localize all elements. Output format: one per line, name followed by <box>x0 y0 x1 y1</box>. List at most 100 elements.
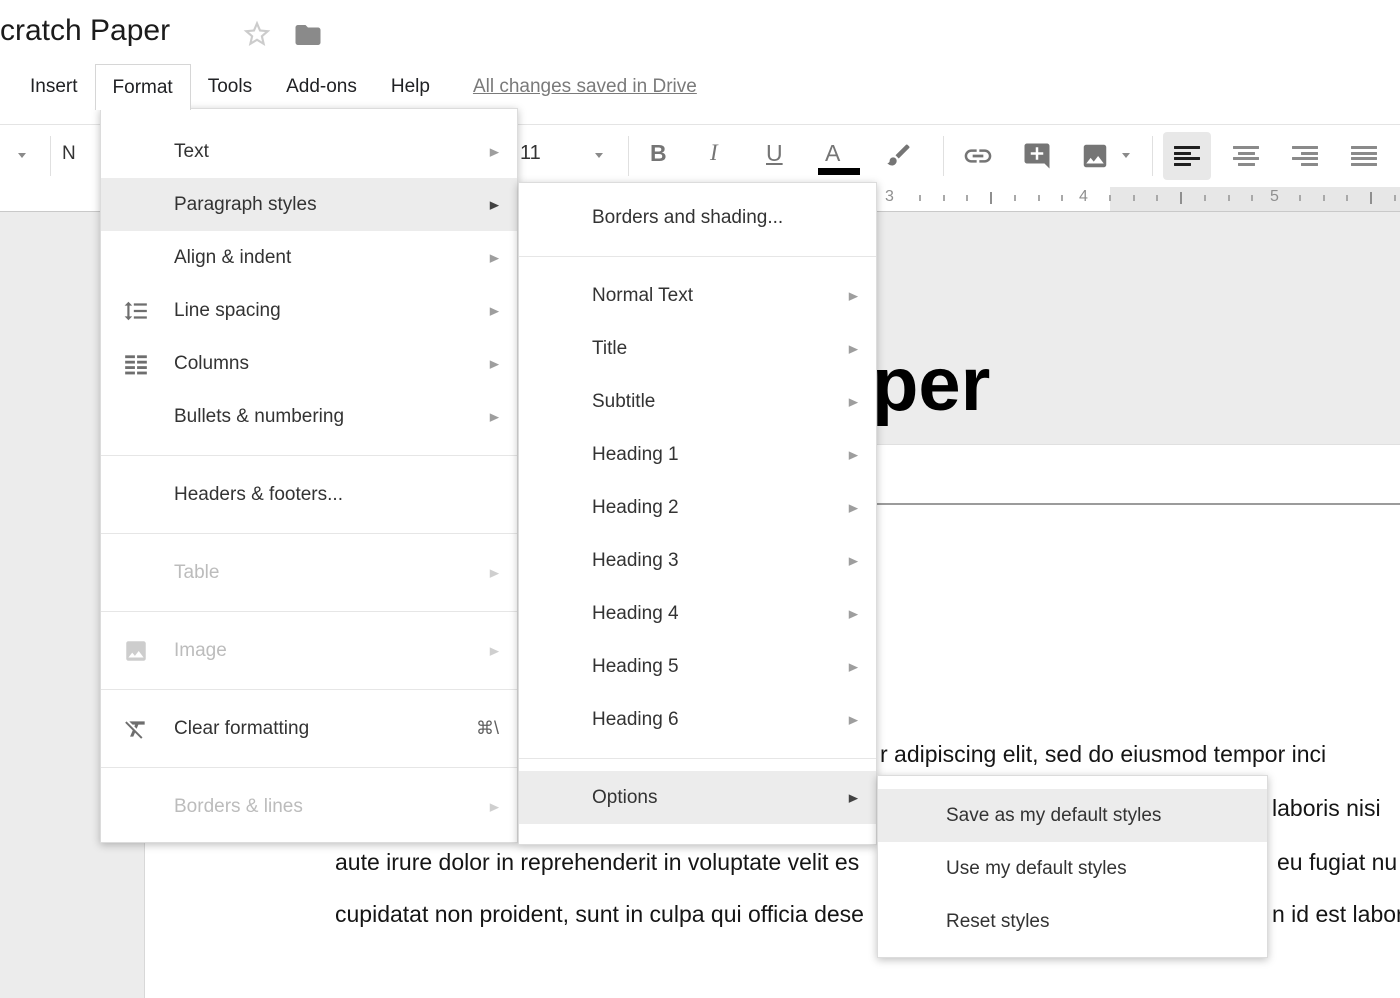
menu-item-shortcut: ⌘\ <box>476 718 499 739</box>
menu-item-heading-6[interactable]: Heading 6▶ <box>519 693 876 746</box>
ruler-tick <box>1038 195 1040 201</box>
font-size-caret-icon[interactable] <box>595 153 603 158</box>
menu-item-columns[interactable]: Columns▶ <box>101 337 517 390</box>
ruler-tick <box>943 195 945 201</box>
menu-item-options[interactable]: Options▶ <box>519 771 876 824</box>
submenu-arrow-icon: ▶ <box>490 198 499 211</box>
menu-item-label: Heading 4 <box>592 603 679 625</box>
ruler-tick <box>1323 195 1325 201</box>
bold-button[interactable]: B <box>650 140 667 167</box>
save-status-link[interactable]: All changes saved in Drive <box>473 64 697 110</box>
ruler-tick <box>1109 195 1111 201</box>
document-name[interactable]: cratch Paper <box>0 14 170 48</box>
align-right-button[interactable] <box>1281 132 1329 180</box>
menu-item-text[interactable]: Text▶ <box>101 125 517 178</box>
ruler-tick <box>1370 192 1372 204</box>
ruler-tick <box>1251 195 1253 201</box>
menubar: InsertFormatToolsAdd-onsHelp All changes … <box>0 64 697 110</box>
align-left-button[interactable] <box>1163 132 1211 180</box>
menu-item-label: Heading 6 <box>592 709 679 731</box>
menu-item-heading-4[interactable]: Heading 4▶ <box>519 587 876 640</box>
menu-item-label: Options <box>592 787 657 809</box>
document-text-line[interactable]: cupidatat non proident, sunt in culpa qu… <box>335 901 864 928</box>
document-heading-text[interactable]: per <box>872 341 990 428</box>
menu-item-label: Image <box>174 640 227 662</box>
clear-formatting-icon <box>123 716 149 742</box>
insert-image-icon[interactable] <box>1080 141 1110 171</box>
menu-item-table: Table▶ <box>101 546 517 599</box>
submenu-arrow-icon: ▶ <box>490 145 499 158</box>
menubar-item-format[interactable]: Format <box>95 64 191 110</box>
menu-item-label: Align & indent <box>174 247 291 269</box>
menu-item-label: Columns <box>174 353 249 375</box>
menu-item-label: Table <box>174 562 219 584</box>
menu-item-heading-1[interactable]: Heading 1▶ <box>519 428 876 481</box>
menu-item-label: Heading 3 <box>592 550 679 572</box>
document-text-line[interactable]: laboris nisi <box>1272 795 1381 822</box>
insert-link-icon[interactable] <box>962 140 994 172</box>
menu-item-label: Bullets & numbering <box>174 406 344 428</box>
submenu-arrow-icon: ▶ <box>849 395 858 408</box>
move-to-folder-icon[interactable] <box>293 20 323 50</box>
menu-item-headers-footers[interactable]: Headers & footers... <box>101 468 517 521</box>
submenu-arrow-icon: ▶ <box>490 410 499 423</box>
toolbar-separator <box>50 136 51 176</box>
menubar-item-add-ons[interactable]: Add-ons <box>269 64 374 110</box>
underline-button[interactable]: U <box>766 140 783 167</box>
menu-item-bullets-numbering[interactable]: Bullets & numbering ▶ <box>101 390 517 443</box>
menu-item-label: Borders and shading... <box>592 207 783 229</box>
ruler-tick <box>1133 195 1135 201</box>
menubar-item-tools[interactable]: Tools <box>191 64 269 110</box>
document-text-line[interactable]: r adipiscing elit, sed do eiusmod tempor… <box>880 741 1326 768</box>
google-docs-app: { "titlebar": { "doc_title": "cratch Pap… <box>0 0 1400 998</box>
toolbar-overflow-caret-icon[interactable] <box>18 153 26 158</box>
star-icon[interactable] <box>241 18 273 50</box>
menu-separator <box>101 455 517 456</box>
menu-item-subtitle[interactable]: Subtitle▶ <box>519 375 876 428</box>
insert-image-caret-icon[interactable] <box>1122 153 1130 158</box>
paint-format-icon[interactable] <box>885 141 913 169</box>
text-color-button[interactable]: A <box>825 140 840 167</box>
align-center-button[interactable] <box>1222 132 1270 180</box>
menubar-item-help[interactable]: Help <box>374 64 447 110</box>
ruler-tick <box>966 195 968 201</box>
ruler-tick <box>1394 195 1396 201</box>
menu-item-normal-text[interactable]: Normal Text▶ <box>519 269 876 322</box>
menu-item-paragraph-styles[interactable]: Paragraph styles ▶ <box>101 178 517 231</box>
submenu-arrow-icon: ▶ <box>849 554 858 567</box>
menu-item-heading-5[interactable]: Heading 5▶ <box>519 640 876 693</box>
menu-item-line-spacing[interactable]: Line spacing▶ <box>101 284 517 337</box>
menu-item-heading-3[interactable]: Heading 3 ▶ <box>519 534 876 587</box>
document-text-line[interactable]: n id est labor <box>1272 901 1400 928</box>
menu-item-title[interactable]: Title▶ <box>519 322 876 375</box>
menubar-item-insert[interactable]: Insert <box>13 64 95 110</box>
menu-separator <box>101 611 517 612</box>
menu-separator <box>101 689 517 690</box>
font-size-value[interactable]: 11 <box>520 142 541 165</box>
menu-item-label: Heading 2 <box>592 497 679 519</box>
italic-button[interactable]: I <box>710 140 718 166</box>
menu-item-save-as-my-default-styles[interactable]: Save as my default styles <box>878 789 1267 842</box>
paragraph-style-selector[interactable]: N <box>62 143 76 165</box>
align-justify-button[interactable] <box>1340 132 1388 180</box>
menu-separator <box>519 256 876 257</box>
document-text-line[interactable]: eu fugiat nu <box>1277 849 1397 876</box>
menu-item-reset-styles[interactable]: Reset styles <box>878 895 1267 948</box>
menu-item-use-my-default-styles[interactable]: Use my default styles <box>878 842 1267 895</box>
menu-item-label: Paragraph styles <box>174 194 317 216</box>
menu-item-image: Image▶ <box>101 624 517 677</box>
menu-item-label: Normal Text <box>592 285 693 307</box>
titlebar: cratch Paper <box>0 0 1400 64</box>
ruler-tick <box>1299 195 1301 201</box>
menu-item-heading-2[interactable]: Heading 2▶ <box>519 481 876 534</box>
ruler-tick <box>1346 195 1348 201</box>
menu-item-borders-and-shading[interactable]: Borders and shading... <box>519 191 876 244</box>
ruler-tick <box>1061 195 1063 201</box>
menu-item-label: Headers & footers... <box>174 484 343 506</box>
menu-item-label: Use my default styles <box>946 858 1127 880</box>
menu-separator <box>519 758 876 759</box>
menu-item-align-indent[interactable]: Align & indent▶ <box>101 231 517 284</box>
menu-item-clear-formatting[interactable]: Clear formatting⌘\ <box>101 702 517 755</box>
document-text-line[interactable]: aute irure dolor in reprehenderit in vol… <box>335 849 859 876</box>
add-comment-icon[interactable] <box>1022 141 1052 171</box>
